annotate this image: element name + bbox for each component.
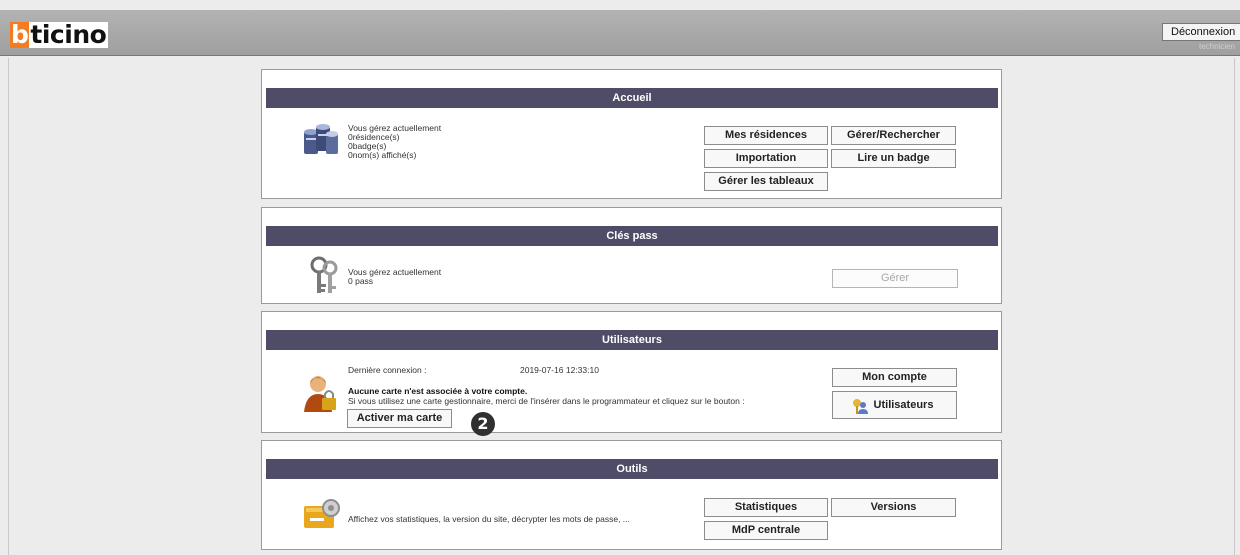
no-card-message: Aucune carte n'est associée à votre comp… <box>348 386 528 396</box>
logo-text: ticino <box>29 20 109 49</box>
utilisateurs-panel: Utilisateurs Dernière connexion : 2019-0… <box>261 311 1002 433</box>
logo-accent: b <box>10 20 30 49</box>
step-callout-badge: 2 <box>471 412 495 436</box>
statistics-button[interactable]: Statistiques <box>704 498 828 517</box>
database-icon <box>304 124 338 154</box>
cles-pass-panel: Clés pass Vous gérez actuellement 0 pass… <box>261 207 1002 304</box>
manage-tables-button[interactable]: Gérer les tableaux <box>704 172 828 191</box>
last-login-label: Dernière connexion : <box>348 365 427 375</box>
central-password-button[interactable]: MdP centrale <box>704 521 828 540</box>
users-button[interactable]: Utilisateurs <box>832 391 957 419</box>
outils-description: Affichez vos statistiques, la version du… <box>348 514 630 524</box>
outils-panel: Outils Affichez vos statistiques, la ver… <box>261 440 1002 550</box>
tools-icon <box>304 499 340 528</box>
top-bar: b ticino Déconnexion technicien <box>0 10 1240 56</box>
activate-card-button[interactable]: Activer ma carte <box>347 409 452 428</box>
accueil-panel: Accueil Vous gérez actuellement 0résiden… <box>261 69 1002 199</box>
read-badge-button[interactable]: Lire un badge <box>831 149 956 168</box>
accueil-info-line: 0nom(s) affiché(s) <box>348 150 417 160</box>
versions-button[interactable]: Versions <box>831 498 956 517</box>
user-lock-icon <box>304 376 336 412</box>
logout-button[interactable]: Déconnexion <box>1162 23 1240 41</box>
utilisateurs-title: Utilisateurs <box>266 330 998 350</box>
current-user-label: technicien <box>1198 42 1235 51</box>
keys-icon <box>310 256 338 293</box>
cles-info-line: 0 pass <box>348 276 374 286</box>
my-account-button[interactable]: Mon compte <box>832 368 957 387</box>
outils-title: Outils <box>266 459 998 479</box>
my-residences-button[interactable]: Mes résidences <box>704 126 828 145</box>
accueil-title: Accueil <box>266 88 998 108</box>
redacted-username <box>442 366 517 374</box>
last-login-value: 2019-07-16 12:33:10 <box>520 365 599 375</box>
cles-pass-title: Clés pass <box>266 226 998 246</box>
card-instructions: Si vous utilisez une carte gestionnaire,… <box>348 396 745 406</box>
users-key-icon <box>853 399 868 414</box>
bticino-logo: b ticino <box>10 20 109 49</box>
manage-pass-button[interactable]: Gérer <box>832 269 958 288</box>
users-button-label: Utilisateurs <box>873 399 934 411</box>
import-button[interactable]: Importation <box>704 149 828 168</box>
manage-search-button[interactable]: Gérer/Rechercher <box>831 126 956 145</box>
